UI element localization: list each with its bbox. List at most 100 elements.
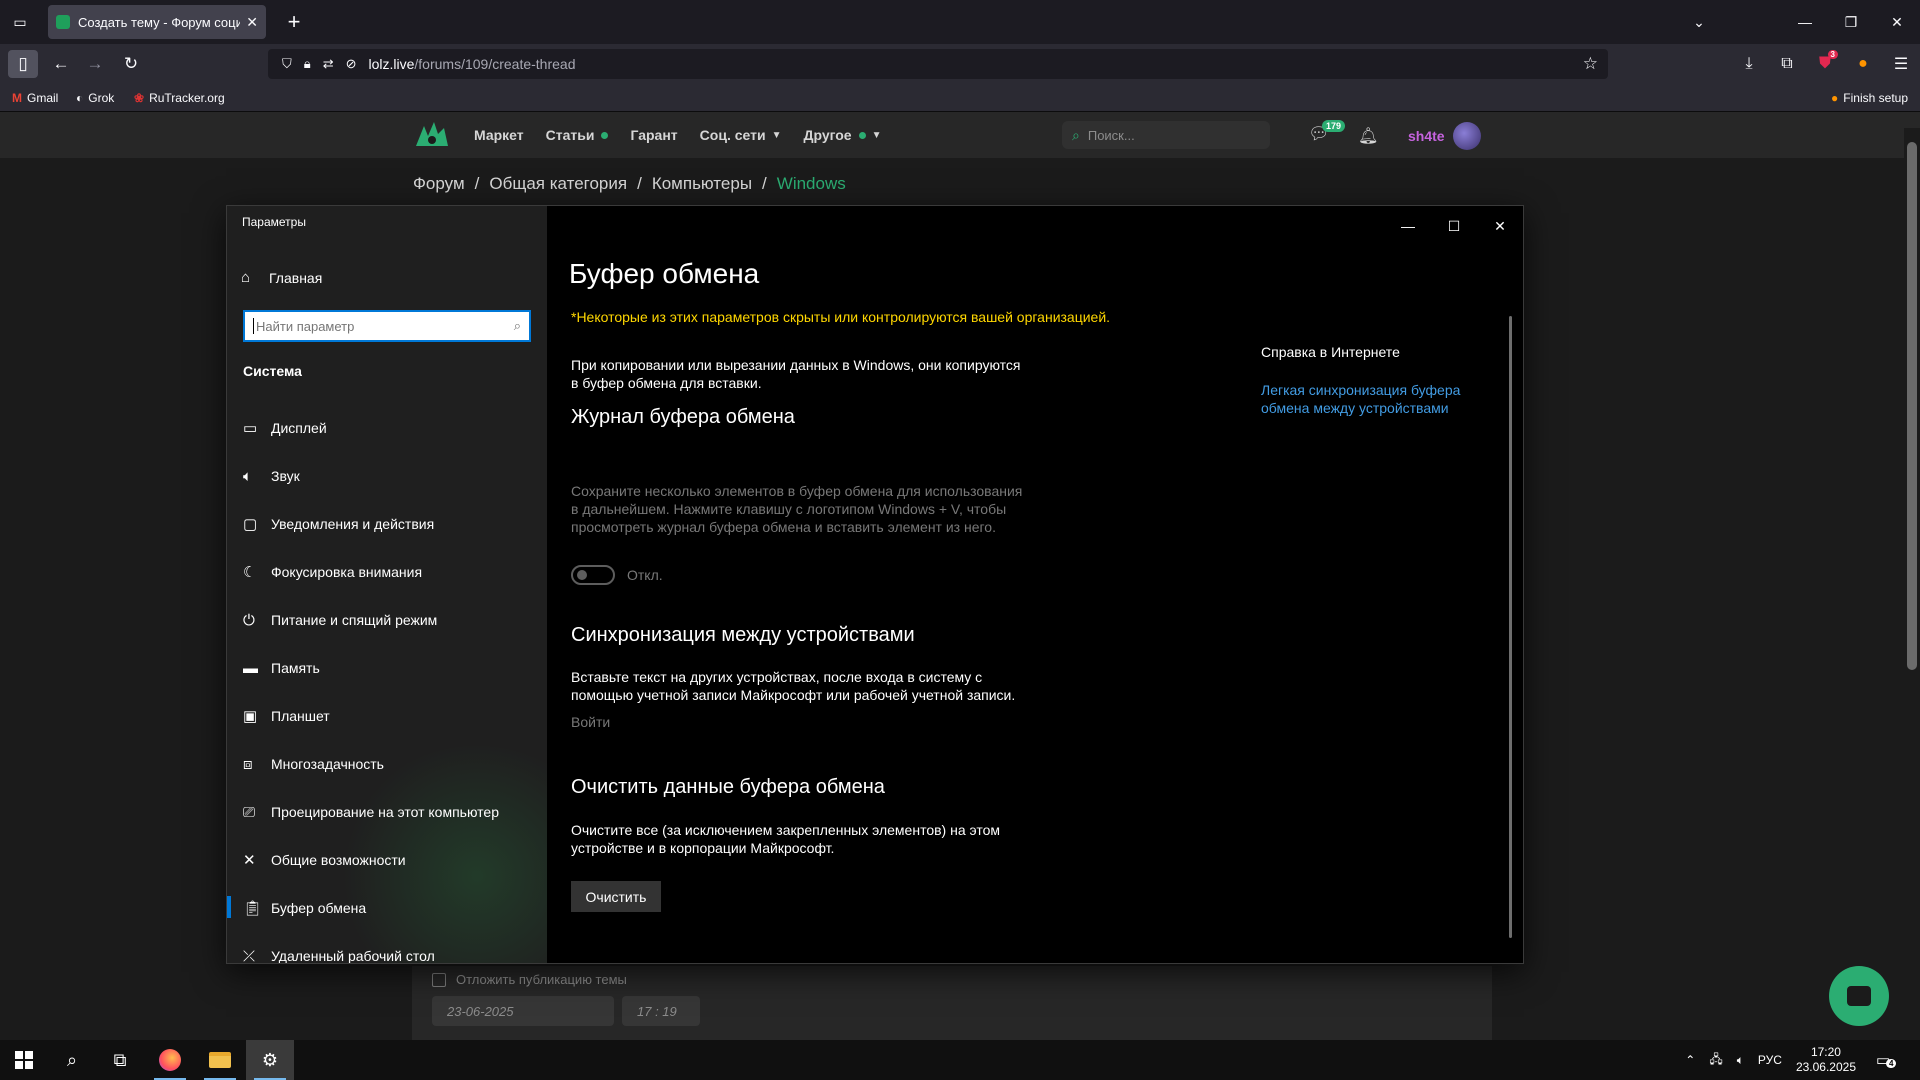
account-icon[interactable]: ● <box>1844 50 1882 78</box>
reload-icon[interactable]: ↻ <box>116 50 146 78</box>
nav-item-storage[interactable]: ▬ Память <box>227 644 547 692</box>
shield-icon[interactable]: ⛉ <box>282 56 292 72</box>
menu-social[interactable]: Соц. сети ▼ <box>700 127 782 143</box>
bookmark-rutracker[interactable]: ❀ RuTracker.org <box>134 91 225 105</box>
intro-text: При копировании или вырезании данных в W… <box>571 357 1021 391</box>
close-icon[interactable]: ✕ <box>1477 211 1523 241</box>
tab-close-icon[interactable]: ✕ <box>246 14 258 31</box>
page-scrollbar[interactable] <box>1904 128 1920 1038</box>
settings-scrollbar[interactable] <box>1509 316 1512 938</box>
notifications-bell-icon[interactable]: 🔔︎ <box>1358 126 1382 146</box>
breadcrumb-separator: / <box>762 174 767 193</box>
clear-description: Очистите все (за исключением закрепленны… <box>571 822 1001 856</box>
restore-icon[interactable]: ❐ <box>1828 14 1874 31</box>
permissions-icon[interactable]: ⇄ <box>323 56 334 72</box>
section-title: Система <box>243 363 302 379</box>
maximize-icon[interactable]: ☐ <box>1431 211 1477 241</box>
settings-content: — ☐ ✕ Буфер обмена *Некоторые из этих па… <box>547 206 1523 963</box>
clock[interactable]: 17:20 23.06.2025 <box>1796 1045 1856 1075</box>
tab-title: Создать тему - Форум социал <box>78 14 241 30</box>
close-window-icon[interactable]: ✕ <box>1874 14 1920 31</box>
nav-item-focus[interactable]: ☾ Фокусировка внимания <box>227 548 547 596</box>
nav-item-power[interactable]: ⏻ Питание и спящий режим <box>227 596 547 644</box>
tab-overflow-chevron-icon[interactable]: ⌄ <box>1676 14 1722 31</box>
breadcrumb-item[interactable]: Форум <box>413 174 465 194</box>
search-icon[interactable]: ⌕ <box>48 1040 96 1080</box>
task-view-icon[interactable]: ⧉ <box>96 1040 144 1080</box>
nav-item-clipboard[interactable]: 📋︎ Буфер обмена <box>227 884 547 932</box>
notifications-icon[interactable]: ▭ 4 <box>1876 1051 1906 1069</box>
settings-home-link[interactable]: ⌂ Главная <box>241 269 322 286</box>
help-link[interactable]: Легкая синхронизация буфера обмена между… <box>1261 381 1481 417</box>
start-button[interactable] <box>0 1040 48 1080</box>
avatar[interactable] <box>1452 122 1481 150</box>
lock-icon[interactable]: 🔒︎ <box>304 56 311 72</box>
url-bar[interactable]: ⛉ 🔒︎ ⇄ ⊘ lolz.live/forums/109/create-thr… <box>268 49 1608 79</box>
nav-item-sound[interactable]: 🔈︎ Звук <box>227 452 547 500</box>
site-menu: Маркет Статьи Гарант Соц. сети ▼ Другое ▼ <box>474 127 904 143</box>
downloads-icon[interactable]: ⤓ <box>1730 50 1768 78</box>
clear-heading: Очистить данные буфера обмена <box>571 776 885 798</box>
back-icon[interactable]: ← <box>46 50 76 78</box>
defer-checkbox[interactable] <box>432 972 446 987</box>
minimize-icon[interactable]: — <box>1782 14 1828 30</box>
new-tab-button[interactable]: + <box>280 8 308 36</box>
chevron-up-icon[interactable]: ⌃ <box>1685 1053 1695 1067</box>
publish-date-input[interactable]: 23-06-2025 <box>432 996 614 1026</box>
site-logo-icon[interactable] <box>414 120 450 150</box>
settings-taskbar-icon[interactable]: ⚙ <box>246 1040 294 1080</box>
sidebar-toggle-icon[interactable]: ▯ <box>8 50 38 78</box>
history-heading: Журнал буфера обмена <box>571 406 795 428</box>
page-scrollbar-thumb[interactable] <box>1907 142 1917 670</box>
sync-signin-link[interactable]: Войти <box>571 714 610 730</box>
bookmark-grok[interactable]: ◐ Grok <box>76 91 114 105</box>
nav-item-shared[interactable]: ✕ Общие возможности <box>227 836 547 884</box>
clear-button[interactable]: Очистить <box>571 881 661 912</box>
tab-list-icon[interactable]: ▭ <box>8 10 32 34</box>
menu-articles[interactable]: Статьи <box>546 127 609 143</box>
finish-setup-link[interactable]: ● Finish setup <box>1831 91 1908 105</box>
defer-publish-option[interactable]: Отложить публикацию темы <box>432 972 627 987</box>
menu-other[interactable]: Другое ▼ <box>803 127 881 143</box>
publish-time-input[interactable]: 17 : 19 <box>622 996 700 1026</box>
nav-item-tablet[interactable]: ▣ Планшет <box>227 692 547 740</box>
notification-icon: ▢ <box>243 516 258 533</box>
network-icon[interactable]: 🖧︎ <box>1709 1050 1722 1071</box>
page-title: Буфер обмена <box>569 258 760 289</box>
breadcrumb-item[interactable]: Компьютеры <box>652 174 752 194</box>
nav-item-projecting[interactable]: ⎚ Проецирование на этот компьютер <box>227 788 547 836</box>
menu-icon[interactable]: ☰ <box>1882 50 1920 78</box>
ublock-extension-icon[interactable]: ⛊ 3 <box>1806 50 1844 78</box>
history-toggle[interactable] <box>571 565 615 585</box>
rutracker-icon: ❀ <box>134 91 145 105</box>
sync-description: Вставьте текст на других устройствах, по… <box>571 669 1016 703</box>
nav-item-multitasking[interactable]: ⧈ Многозадачность <box>227 740 547 788</box>
site-header: Маркет Статьи Гарант Соц. сети ▼ Другое ▼ … <box>0 112 1920 158</box>
bookmark-gmail[interactable]: M Gmail <box>12 91 58 105</box>
bookmark-star-icon[interactable]: ☆ <box>1583 54 1598 74</box>
username-link[interactable]: sh4te <box>1408 128 1445 144</box>
firefox-taskbar-icon[interactable] <box>146 1040 194 1080</box>
tab-active[interactable]: Создать тему - Форум социал ✕ <box>48 5 266 39</box>
nav-item-display[interactable]: ▭ Дисплей <box>227 404 547 452</box>
nav-item-remote-desktop[interactable]: ⤫ Удаленный рабочий стол <box>227 932 547 964</box>
forward-icon[interactable]: → <box>80 50 110 78</box>
breadcrumb-item[interactable]: Общая категория <box>489 174 627 194</box>
header-icons: 💬︎ 179 🔔︎ sh4te <box>1308 120 1481 150</box>
minimize-icon[interactable]: — <box>1385 211 1431 241</box>
site-search-input[interactable]: ⌕ Поиск... <box>1062 121 1270 149</box>
nav-item-notifications[interactable]: ▢ Уведомления и действия <box>227 500 547 548</box>
messages-icon[interactable]: 💬︎ 179 <box>1308 120 1346 148</box>
breadcrumb-separator: / <box>637 174 642 193</box>
settings-search-input[interactable]: Найти параметр ⌕ <box>243 310 531 342</box>
volume-icon[interactable]: 🔈︎ <box>1737 1053 1744 1068</box>
no-tracking-icon[interactable]: ⊘ <box>346 56 357 72</box>
chat-bubble-icon <box>1847 986 1871 1006</box>
chat-fab-button[interactable] <box>1829 966 1889 1026</box>
menu-guarantee[interactable]: Гарант <box>630 127 677 143</box>
menu-market[interactable]: Маркет <box>474 127 524 143</box>
language-indicator[interactable]: РУС <box>1758 1053 1782 1067</box>
extensions-icon[interactable]: ⧉ <box>1768 50 1806 78</box>
file-explorer-taskbar-icon[interactable] <box>196 1040 244 1080</box>
breadcrumb-current[interactable]: Windows <box>777 174 846 194</box>
